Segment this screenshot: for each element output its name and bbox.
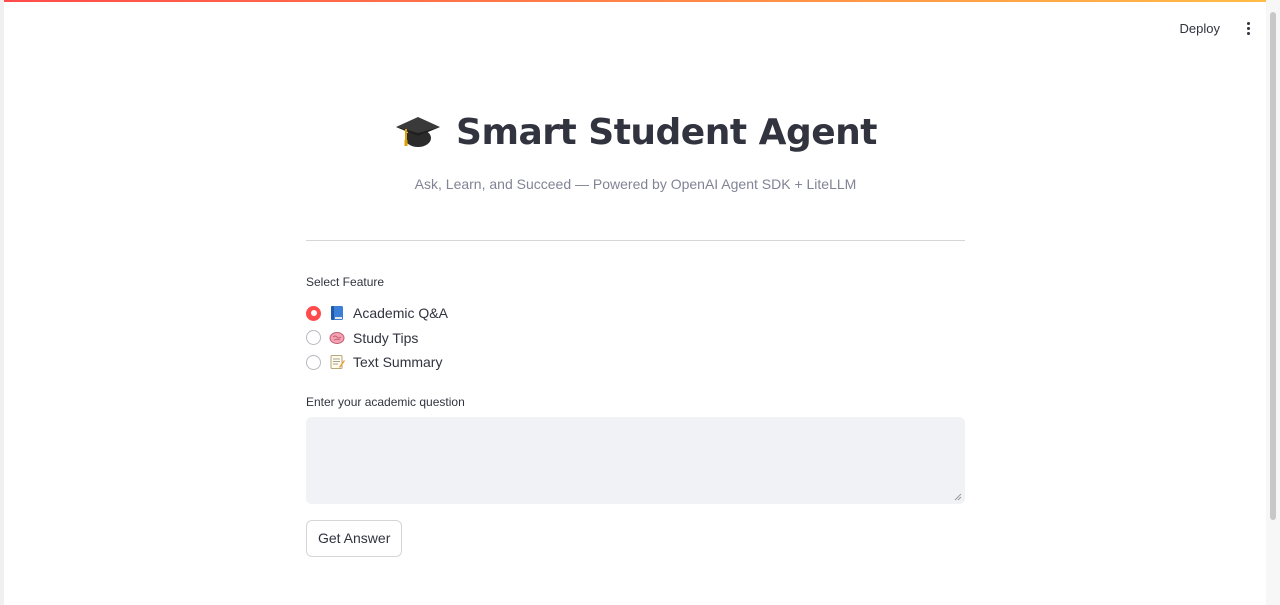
radio-option-study-tips[interactable]: Study Tips	[306, 326, 965, 351]
deploy-button[interactable]: Deploy	[1180, 21, 1220, 36]
kebab-dot	[1246, 26, 1250, 30]
page-subtitle: Ask, Learn, and Succeed — Powered by Ope…	[414, 176, 857, 192]
memo-icon	[330, 355, 345, 370]
radio-button[interactable]	[306, 330, 321, 346]
divider	[306, 240, 965, 241]
title-row: Smart Student Agent	[306, 100, 965, 164]
radio-option-text-summary[interactable]: Text Summary	[306, 350, 965, 375]
main-content: Smart Student Agent Ask, Learn, and Succ…	[306, 100, 965, 557]
radio-label: Text Summary	[353, 354, 443, 371]
blue-book-icon	[331, 306, 343, 321]
question-textarea[interactable]	[306, 416, 965, 504]
kebab-dot	[1246, 31, 1250, 35]
brain-icon	[329, 331, 345, 344]
radio-label: Academic Q&A	[353, 305, 448, 322]
page-title: Smart Student Agent	[456, 111, 877, 153]
kebab-dot	[1246, 21, 1250, 25]
radio-button[interactable]	[306, 354, 321, 370]
main-menu-button[interactable]	[1240, 18, 1256, 38]
scrollbar-thumb[interactable]	[1270, 12, 1276, 520]
resize-grip-icon[interactable]	[954, 493, 962, 501]
top-decoration-bar	[0, 0, 1280, 2]
radio-option-academic-qa[interactable]: Academic Q&A	[306, 301, 965, 326]
radio-label: Study Tips	[353, 329, 419, 346]
app-header: Deploy	[1180, 14, 1256, 42]
radio-button-selected[interactable]	[306, 305, 321, 321]
feature-select-label: Select Feature	[306, 275, 385, 289]
get-answer-button[interactable]: Get Answer	[306, 519, 403, 557]
question-label: Enter your academic question	[306, 394, 465, 409]
graduation-cap-icon	[396, 117, 441, 147]
feature-radio-group: Academic Q&A Study Tips Text Summary	[306, 301, 965, 375]
left-edge	[0, 0, 4, 605]
